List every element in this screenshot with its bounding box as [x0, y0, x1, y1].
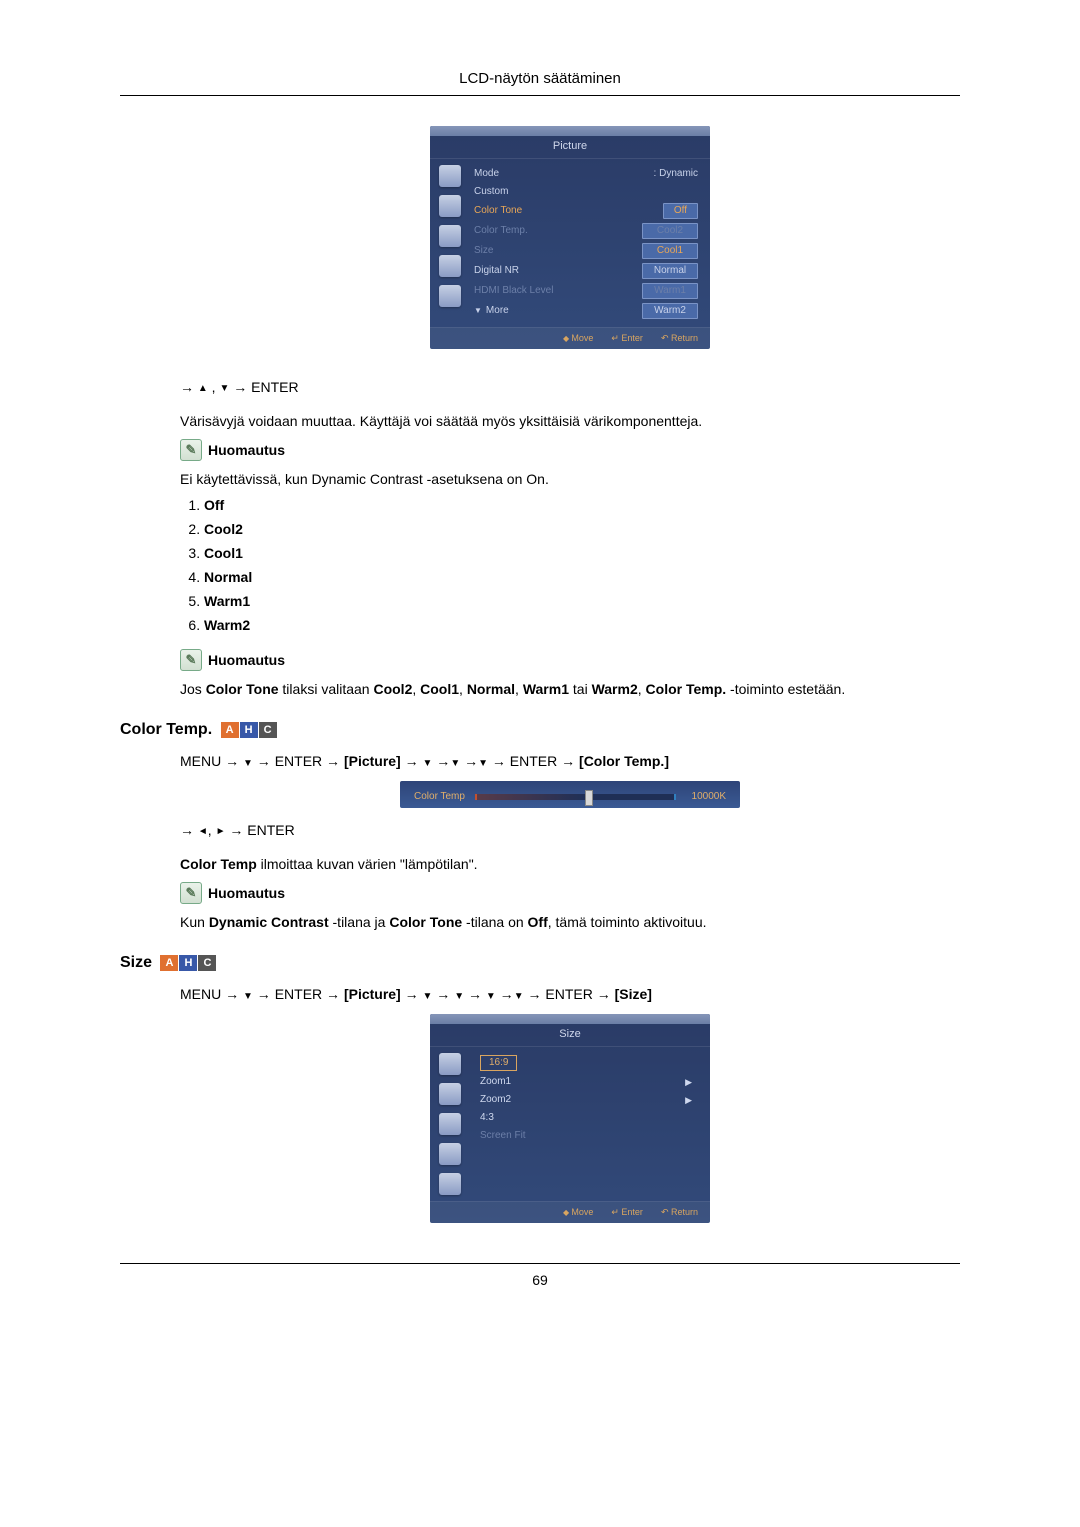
page-number: 69 — [120, 1272, 960, 1288]
note-3: ✎ Huomautus — [180, 882, 960, 904]
temp-label: Color Temp — [414, 791, 465, 802]
size-row-43: 4:3 — [470, 1109, 702, 1127]
osd-size-menu: Size 16:9 Zoom1 ▶ — [430, 1014, 710, 1223]
osd-size-title: Size — [430, 1024, 710, 1047]
tone-options-list: Off Cool2 Cool1 Normal Warm1 Warm2 — [180, 497, 960, 633]
osd-row-mode: Mode : Dynamic — [470, 165, 702, 183]
osd-icon-4 — [439, 1143, 461, 1165]
osd-side-icons — [430, 159, 470, 327]
osd-row-size: Size Cool1 — [470, 241, 702, 261]
badge-c: C — [259, 722, 277, 738]
size-row-zoom1: Zoom1 ▶ — [470, 1073, 702, 1091]
temp-value: 10000K — [692, 791, 726, 802]
temp-bar — [475, 794, 676, 800]
osd-row-hdmi-black: HDMI Black Level Warm1 — [470, 281, 702, 301]
paragraph-note2: Jos Color Tone tilaksi valitaan Cool2, C… — [180, 681, 960, 697]
osd-foot-move: Move — [563, 333, 593, 344]
tone-warm2: Warm2 — [204, 617, 960, 633]
osd-icon-5 — [439, 285, 461, 307]
badge-a: A — [221, 722, 239, 738]
osd-icon-5 — [439, 1173, 461, 1195]
size-row-169: 16:9 — [470, 1053, 702, 1073]
mode-badges: A H C — [221, 722, 278, 738]
osd-row-color-temp: Color Temp. Cool2 — [470, 221, 702, 241]
badge-h: H — [240, 722, 258, 738]
note-icon: ✎ — [180, 439, 202, 461]
paragraph-ct2: Kun Dynamic Contrast -tilana ja Color To… — [180, 914, 960, 930]
osd-row-more: ▼More Warm2 — [470, 301, 702, 321]
osd-size-footer: Move Enter Return — [430, 1201, 710, 1223]
osd-foot-enter: Enter — [611, 333, 643, 344]
osd-row-digital-nr: Digital NR Normal — [470, 261, 702, 281]
osd-icon-4 — [439, 255, 461, 277]
note-2: ✎ Huomautus — [180, 649, 960, 671]
osd-picture-menu: Picture Mode : Dynamic Custom — [430, 126, 710, 349]
osd-icon-1 — [439, 165, 461, 187]
note-label: Huomautus — [208, 652, 285, 668]
tone-cool1: Cool1 — [204, 545, 960, 561]
page: LCD-näytön säätäminen Picture Mode : Dyn… — [0, 0, 1080, 1527]
osd-foot-enter: Enter — [611, 1207, 643, 1218]
osd-color-temp-slider: Color Temp 10000K — [400, 781, 740, 808]
osd-icon-1 — [439, 1053, 461, 1075]
paragraph-ct1: Color Temp ilmoittaa kuvan värien "lämpö… — [180, 856, 960, 872]
badge-a: A — [160, 955, 178, 971]
header-rule — [120, 95, 960, 96]
tone-off: Off — [204, 497, 960, 513]
osd-item-list: Mode : Dynamic Custom Color Tone Off Col… — [470, 159, 710, 327]
paragraph-intro: Värisävyjä voidaan muuttaa. Käyttäjä voi… — [180, 413, 960, 429]
heading-color-temp: Color Temp. A H C — [120, 721, 960, 739]
mode-badges: A H C — [160, 955, 217, 971]
paragraph-note1: Ei käytettävissä, kun Dynamic Contrast -… — [180, 471, 960, 487]
menu-path-color-temp: MENU → → ENTER → [Picture] → → → → ENTER… — [180, 753, 960, 769]
osd-foot-return: Return — [661, 333, 698, 344]
osd-row-custom: Custom — [470, 183, 702, 201]
osd-foot-move: Move — [563, 1207, 593, 1218]
osd-top-bar — [430, 126, 710, 136]
note-icon: ✎ — [180, 649, 202, 671]
osd-icon-2 — [439, 195, 461, 217]
tone-warm1: Warm1 — [204, 593, 960, 609]
footer-rule — [120, 1263, 960, 1264]
osd-top-bar — [430, 1014, 710, 1024]
note-label: Huomautus — [208, 885, 285, 901]
nav-instruction-2: → , → ENTER — [180, 822, 960, 838]
osd-icon-3 — [439, 225, 461, 247]
osd-icon-2 — [439, 1083, 461, 1105]
osd-title: Picture — [430, 136, 710, 159]
note-icon: ✎ — [180, 882, 202, 904]
badge-c: C — [198, 955, 216, 971]
badge-h: H — [179, 955, 197, 971]
osd-foot-return: Return — [661, 1207, 698, 1218]
tone-cool2: Cool2 — [204, 521, 960, 537]
osd-icon-3 — [439, 1113, 461, 1135]
nav-instruction-1: → , → ENTER — [180, 379, 960, 395]
temp-handle — [585, 790, 593, 806]
note-1: ✎ Huomautus — [180, 439, 960, 461]
osd-size-list: 16:9 Zoom1 ▶ Zoom2 ▶ 4:3 Sc — [470, 1047, 710, 1201]
osd-side-icons — [430, 1047, 470, 1201]
size-row-zoom2: Zoom2 ▶ — [470, 1091, 702, 1109]
osd-footer: Move Enter Return — [430, 327, 710, 349]
heading-size: Size A H C — [120, 954, 960, 972]
page-header-title: LCD-näytön säätäminen — [120, 70, 960, 87]
note-label: Huomautus — [208, 442, 285, 458]
osd-row-color-tone: Color Tone Off — [470, 201, 702, 221]
menu-path-size: MENU → → ENTER → [Picture] → → → → → ENT… — [180, 986, 960, 1002]
size-row-screenfit: Screen Fit — [470, 1127, 702, 1145]
tone-normal: Normal — [204, 569, 960, 585]
content-area: Picture Mode : Dynamic Custom — [120, 126, 960, 1223]
